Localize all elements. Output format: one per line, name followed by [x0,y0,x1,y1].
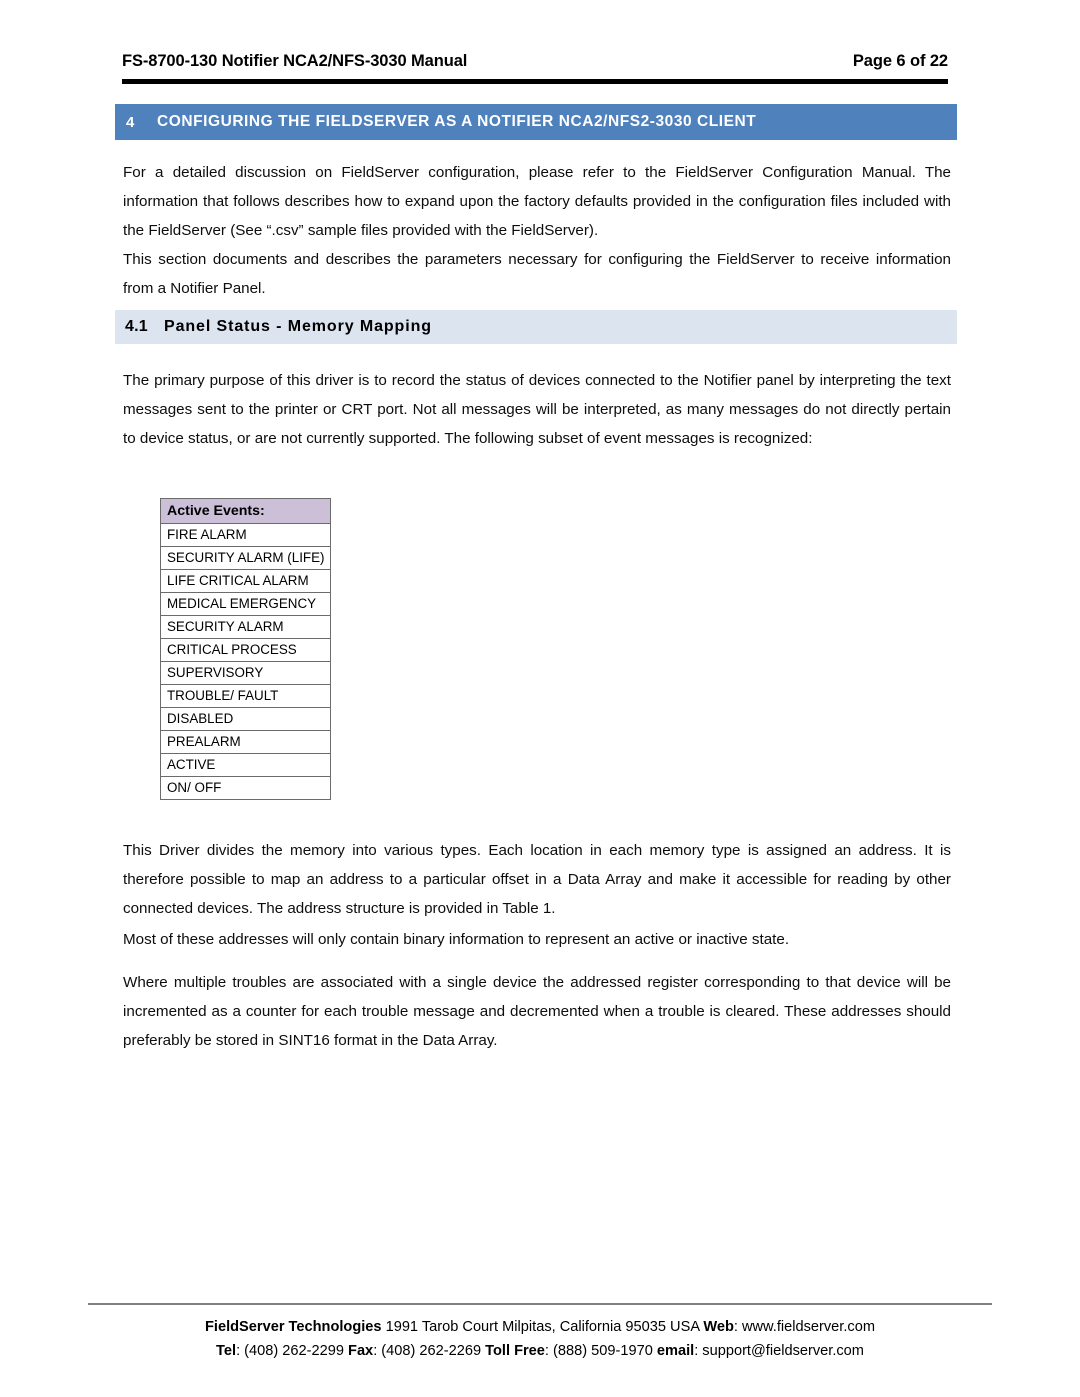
header-page-indicator: Page 6 of 22 [852,52,948,70]
table-row: LIFE CRITICAL ALARM [160,569,331,593]
paragraph-block-5: Most of these addresses will only contai… [123,925,951,954]
event-name-cell: DISABLED [160,707,331,731]
header-document-title: FS-8700-130 Notifier NCA2/NFS-3030 Manua… [122,52,468,70]
table-row: DISABLED [160,707,331,731]
section-title: CONFIGURING THE FIELDSERVER AS A NOTIFIE… [157,113,757,130]
event-name-cell: MEDICAL EMERGENCY [160,592,331,616]
table-row: SUPERVISORY [160,661,331,685]
subsection-heading-band: 4.1 Panel Status - Memory Mapping [115,310,957,344]
paragraph-block-4: This Driver divides the memory into vari… [123,836,951,923]
footer-web-value[interactable]: : www.fieldserver.com [734,1319,875,1335]
section-number: 4 [126,113,135,131]
event-name-cell: PREALARM [160,730,331,754]
event-name-cell: ACTIVE [160,753,331,777]
footer-web-label: Web [703,1319,734,1335]
event-name-cell: ON/ OFF [160,776,331,800]
footer-line-1: FieldServer Technologies 1991 Tarob Cour… [88,1315,992,1339]
subsection-number: 4.1 [125,318,148,335]
event-name-cell: TROUBLE/ FAULT [160,684,331,708]
paragraph-block-2: This section documents and describes the… [123,245,951,303]
footer-line-2: Tel: (408) 262-2299 Fax: (408) 262-2269 … [88,1339,992,1363]
event-name-cell: SUPERVISORY [160,661,331,685]
footer-company-name: FieldServer Technologies [205,1319,382,1335]
active-events-header-cell: Active Events: [160,498,331,524]
body-paragraph-3: The primary purpose of this driver is to… [123,372,951,447]
footer-email-label: email [656,1343,695,1359]
page-header: FS-8700-130 Notifier NCA2/NFS-3030 Manua… [122,52,948,71]
body-paragraph-1: For a detailed discussion on FieldServer… [123,164,951,239]
section-heading-bar: 4 CONFIGURING THE FIELDSERVER AS A NOTIF… [115,104,957,140]
paragraph-block-1: For a detailed discussion on FieldServer… [123,158,951,245]
footer-fax-label: Fax [348,1343,374,1359]
page-footer: FieldServer Technologies 1991 Tarob Cour… [88,1315,992,1363]
table-row: FIRE ALARM [160,523,331,547]
table-row: CRITICAL PROCESS [160,638,331,662]
event-name-cell: SECURITY ALARM [160,615,331,639]
paragraph-block-3: The primary purpose of this driver is to… [123,366,951,453]
body-paragraph-2: This section documents and describes the… [123,251,951,297]
body-paragraph-5: Most of these addresses will only contai… [123,931,790,948]
table-row: SECURITY ALARM [160,615,331,639]
footer-email-value[interactable]: : support@fieldserver.com [694,1343,864,1359]
body-paragraph-4: This Driver divides the memory into vari… [123,842,951,917]
event-name-cell: CRITICAL PROCESS [160,638,331,662]
header-divider-rule [122,79,948,84]
footer-tollfree-label: Toll Free [485,1343,545,1359]
active-events-table: Active Events: FIRE ALARM SECURITY ALARM… [160,498,331,800]
active-events-table-body: FIRE ALARM SECURITY ALARM (LIFE) LIFE CR… [160,523,331,800]
table-row: SECURITY ALARM (LIFE) [160,546,331,570]
event-name-cell: LIFE CRITICAL ALARM [160,569,331,593]
table-row: ON/ OFF [160,776,331,800]
footer-fax-value: : (408) 262-2269 [373,1343,486,1359]
document-page: FS-8700-130 Notifier NCA2/NFS-3030 Manua… [0,0,1080,1397]
table-row: TROUBLE/ FAULT [160,684,331,708]
footer-tollfree-value: : (888) 509-1970 [544,1343,657,1359]
table-row: PREALARM [160,730,331,754]
subsection-title: Panel Status - Memory Mapping [164,318,432,335]
footer-tel-value: : (408) 262-2299 [236,1343,349,1359]
table-row: MEDICAL EMERGENCY [160,592,331,616]
paragraph-block-6: Where multiple troubles are associated w… [123,968,951,1055]
event-name-cell: SECURITY ALARM (LIFE) [160,546,331,570]
table-row: ACTIVE [160,753,331,777]
table-header-row: Active Events: [160,498,331,524]
footer-divider-rule [88,1303,992,1305]
footer-tel-label: Tel [216,1343,237,1359]
footer-address: 1991 Tarob Court Milpitas, California 95… [381,1319,704,1335]
body-paragraph-6: Where multiple troubles are associated w… [123,974,951,1049]
event-name-cell: FIRE ALARM [160,523,331,547]
